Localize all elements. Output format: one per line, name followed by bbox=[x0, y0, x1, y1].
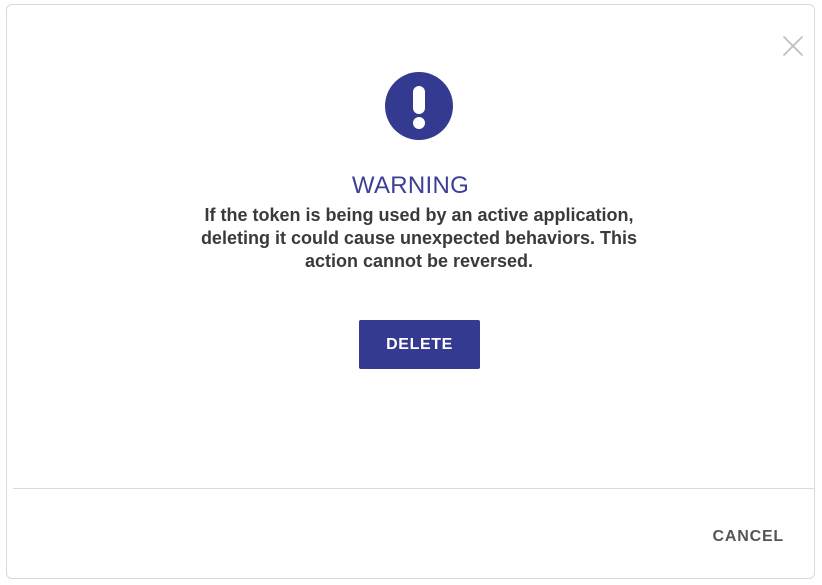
exclamation-circle-icon bbox=[385, 72, 453, 140]
cancel-button[interactable]: CANCEL bbox=[713, 528, 784, 546]
dialog-title: WARNING bbox=[351, 172, 470, 199]
footer-divider bbox=[13, 488, 814, 489]
dialog-message: If the token is being used by an active … bbox=[200, 205, 638, 271]
close-button[interactable] bbox=[780, 33, 806, 59]
close-icon bbox=[783, 36, 803, 56]
delete-button[interactable]: DELETE bbox=[359, 320, 480, 369]
warning-dialog: WARNING If the token is being used by an… bbox=[6, 4, 815, 579]
